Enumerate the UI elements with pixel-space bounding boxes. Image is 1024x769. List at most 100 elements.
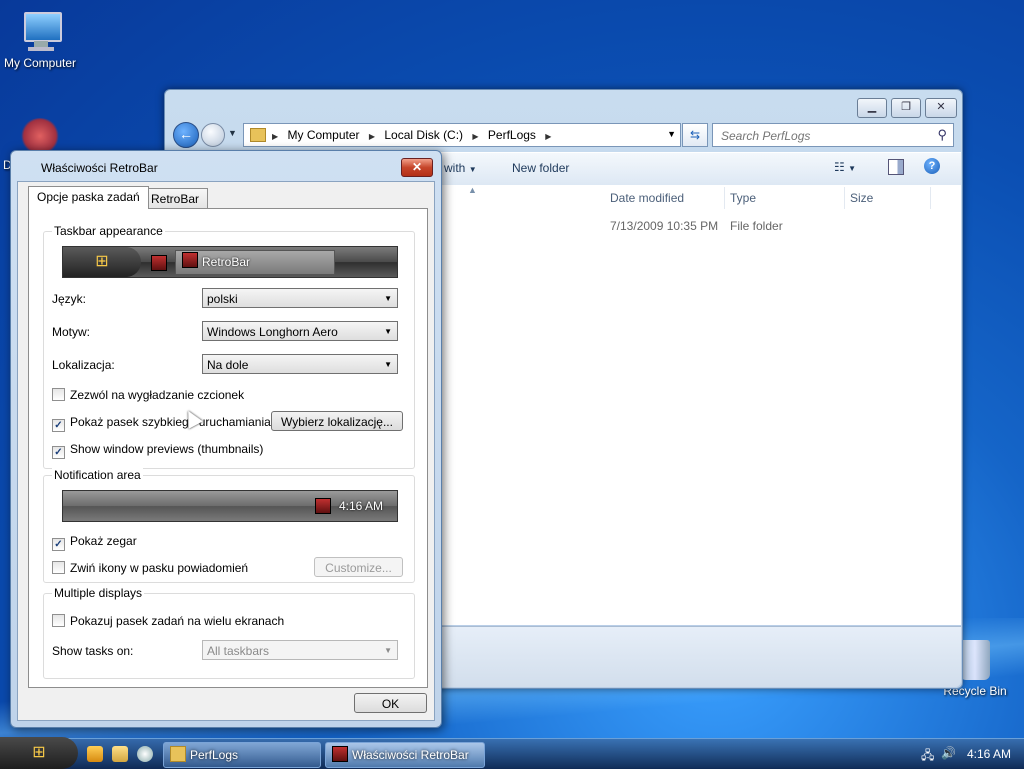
- back-button[interactable]: ←: [173, 122, 199, 148]
- computer-icon: [18, 10, 62, 52]
- list-view-icon: ☷: [834, 160, 845, 174]
- taskbar-clock[interactable]: 4:16 AM: [967, 747, 1011, 761]
- chevron-right-icon: ▶: [272, 132, 279, 141]
- preview-task-button: RetroBar: [175, 250, 335, 275]
- taskbar-button-retrobar[interactable]: Właściwości RetroBar: [325, 742, 485, 768]
- show-tasks-select[interactable]: All taskbars ▼: [202, 640, 398, 660]
- dialog-title: Właściwości RetroBar: [41, 161, 158, 175]
- retrobar-app-icon: [332, 746, 348, 762]
- share-with-button[interactable]: with ▼: [444, 161, 477, 175]
- chevron-down-icon: ▼: [384, 327, 392, 336]
- tab-taskbar-options[interactable]: Opcje paska zadań: [28, 186, 149, 209]
- checkmark-icon: ✓: [52, 538, 65, 551]
- multiple-displays-group: Multiple displays Pokazuj pasek zadań na…: [43, 586, 415, 679]
- start-orb-icon: ⊞: [63, 247, 141, 277]
- chevron-down-icon: ▼: [848, 164, 857, 173]
- checkbox-box: [52, 614, 65, 627]
- folder-icon: [250, 128, 266, 142]
- preview-clock: 4:16 AM: [338, 499, 383, 513]
- theme-label: Motyw:: [52, 325, 91, 339]
- preview-pane-button[interactable]: [888, 159, 904, 175]
- browser-icon[interactable]: [137, 746, 153, 762]
- forward-button[interactable]: [201, 123, 225, 147]
- column-header-date[interactable]: Date modified: [604, 187, 725, 209]
- views-button[interactable]: ☷ ▼: [834, 160, 856, 174]
- recent-pages-dropdown[interactable]: ▼: [228, 128, 237, 138]
- checkmark-icon: ✓: [52, 446, 65, 459]
- arrow-left-icon: ←: [179, 126, 193, 142]
- notification-preview: 4:16 AM: [62, 490, 398, 522]
- chevron-down-icon: ▼: [468, 165, 477, 174]
- column-header-type[interactable]: Type: [724, 187, 845, 209]
- media-player-icon[interactable]: [87, 746, 103, 762]
- close-icon: ✕: [936, 101, 946, 113]
- taskbar-button-perflogs[interactable]: PerfLogs: [163, 742, 321, 768]
- refresh-icon: ⇆: [689, 128, 701, 142]
- taskbar-appearance-group: Taskbar appearance ⊞ RetroBar Język: pol…: [43, 224, 415, 469]
- theme-select[interactable]: Windows Longhorn Aero ▼: [202, 321, 398, 341]
- file-date: 7/13/2009 10:35 PM: [610, 219, 719, 233]
- refresh-button[interactable]: ⇆: [682, 123, 708, 147]
- minimize-icon: ▁: [867, 101, 877, 113]
- checkmark-icon: ✓: [52, 419, 65, 432]
- search-input[interactable]: [719, 126, 933, 146]
- sort-up-icon: ▲: [468, 185, 477, 195]
- desktop-icon-label: My Computer: [3, 56, 77, 70]
- minimize-button[interactable]: ▁: [857, 98, 887, 118]
- chevron-right-icon: ▶: [472, 132, 479, 141]
- chevron-right-icon: ▶: [545, 132, 552, 141]
- customize-button[interactable]: Customize...: [314, 557, 403, 577]
- breadcrumb: ▶ My Computer ▶ Local Disk (C:) ▶ PerfLo…: [270, 128, 557, 142]
- tab-panel: Taskbar appearance ⊞ RetroBar Język: pol…: [28, 208, 428, 688]
- address-bar[interactable]: ▶ My Computer ▶ Local Disk (C:) ▶ PerfLo…: [243, 123, 681, 147]
- breadcrumb-item[interactable]: My Computer: [288, 128, 360, 142]
- maximize-button[interactable]: ❐: [891, 98, 921, 118]
- retrobar-app-icon: [151, 255, 167, 271]
- group-title: Notification area: [52, 468, 143, 482]
- group-title: Multiple displays: [52, 586, 145, 600]
- search-box[interactable]: ⚲: [712, 123, 954, 147]
- show-tasks-label: Show tasks on:: [52, 644, 134, 658]
- chevron-right-icon: ▶: [368, 132, 376, 141]
- new-folder-button[interactable]: New folder: [512, 161, 569, 175]
- group-title: Taskbar appearance: [52, 224, 165, 238]
- address-dropdown[interactable]: ▼: [667, 129, 676, 139]
- folder-icon[interactable]: [112, 746, 128, 762]
- tab-retrobar[interactable]: RetroBar: [142, 188, 209, 209]
- help-icon: ?: [928, 160, 936, 172]
- help-button[interactable]: ?: [924, 158, 940, 174]
- network-tray-icon[interactable]: 🖧: [921, 746, 937, 762]
- window-previews-checkbox[interactable]: ✓ Show window previews (thumbnails): [52, 442, 263, 459]
- breadcrumb-item[interactable]: PerfLogs: [488, 128, 536, 142]
- column-header-size[interactable]: Size: [844, 187, 931, 209]
- notification-area-group: Notification area 4:16 AM ✓ Pokaż zegar Z…: [43, 468, 415, 583]
- volume-icon[interactable]: 🔊: [941, 746, 957, 761]
- desktop-icon-my-computer[interactable]: My Computer: [0, 10, 80, 70]
- start-button[interactable]: ⊞: [0, 737, 78, 769]
- network-icon: [20, 118, 60, 154]
- language-select[interactable]: polski ▼: [202, 288, 398, 308]
- checkbox-box: [52, 388, 65, 401]
- location-select[interactable]: Na dole ▼: [202, 354, 398, 374]
- retrobar-app-icon: [315, 498, 331, 514]
- retrobar-app-icon: [182, 252, 198, 268]
- smooth-fonts-checkbox[interactable]: Zezwól na wygładzanie czcionek: [52, 388, 244, 402]
- checkbox-box: [52, 561, 65, 574]
- close-button[interactable]: ✕: [925, 98, 957, 118]
- windows-logo-icon: ⊞: [32, 744, 46, 761]
- taskbar-preview: ⊞ RetroBar: [62, 246, 398, 278]
- chevron-down-icon: ▼: [384, 294, 392, 303]
- quick-launch-checkbox[interactable]: ✓ Pokaż pasek szybkiego uruchamiania: [52, 415, 271, 432]
- ok-button[interactable]: OK: [354, 693, 427, 713]
- chevron-down-icon: ▼: [384, 360, 392, 369]
- multi-monitor-checkbox[interactable]: Pokazuj pasek zadań na wielu ekranach: [52, 614, 284, 628]
- breadcrumb-item[interactable]: Local Disk (C:): [384, 128, 463, 142]
- folder-icon: [170, 746, 186, 762]
- search-icon: ⚲: [937, 127, 947, 142]
- show-clock-checkbox[interactable]: ✓ Pokaż zegar: [52, 534, 137, 551]
- dialog-close-button[interactable]: ✕: [401, 158, 433, 177]
- recycle-bin-icon: [960, 640, 990, 680]
- choose-location-button[interactable]: Wybierz lokalizację...: [271, 411, 403, 431]
- collapse-icons-checkbox[interactable]: Zwiń ikony w pasku powiadomień: [52, 561, 248, 575]
- retrobar-properties-dialog[interactable]: Właściwości RetroBar ✕ Opcje paska zadań…: [10, 150, 442, 728]
